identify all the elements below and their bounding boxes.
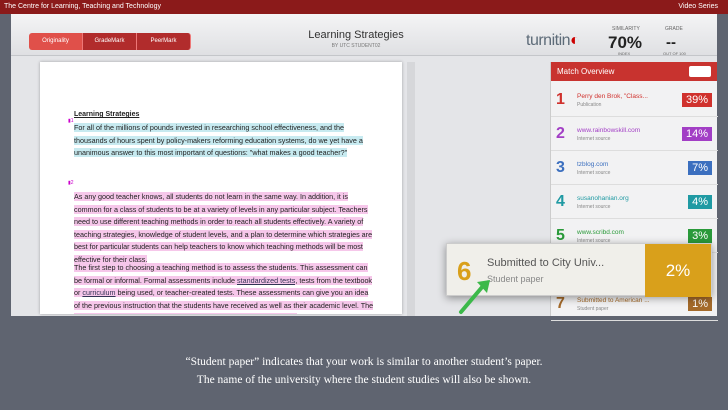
highlight-match-3[interactable]: The first step to choosing a teaching me… [74,263,374,314]
match-number: 7 [556,295,565,312]
match-percent: 1% [688,297,712,311]
caption: “Student paper” indicates that your work… [0,353,728,389]
match-percent: 3% [688,229,712,243]
match-source: Internet source [577,170,611,176]
match-overview-header: Match Overview [551,62,717,81]
match-marker-2: ▮2 [68,180,74,186]
match-title: tzblog.com [577,161,609,168]
tab-originality[interactable]: Originality [29,33,83,50]
match-percent: 7% [688,161,712,175]
popup-match-title: Submitted to City Univ... [487,257,605,269]
paper-document: Learning Strategies ▮1 For all of the mi… [40,62,402,314]
match-title: www.rainbowskill.com [577,127,641,134]
match-title: Perry den Brok, "Class... [577,93,648,100]
tab-grademark[interactable]: GradeMark [83,33,137,50]
match-number: 1 [556,91,565,108]
series-name: Video Series [678,3,718,10]
similarity-index: 70% [608,33,643,52]
grade-label: GRADE [665,26,683,32]
paper-paragraph-3[interactable]: The first step to choosing a teaching me… [74,262,374,314]
link-standardized-tests[interactable]: standardized tests [236,275,296,285]
match-title: Submitted to American ... [577,297,650,304]
view-toggle-icon[interactable] [689,66,711,77]
similarity-sub: INDEX [618,51,631,56]
grade-sub: OUT OF 100 [663,51,686,56]
match-marker-1: ▮1 [68,118,74,124]
match-number: 2 [556,125,565,142]
caption-line-1: “Student paper” indicates that your work… [185,356,543,368]
top-banner: The Centre for Learning, Teaching and Te… [0,0,728,14]
match-row[interactable]: 2 www.rainbowskill.com Internet source 14% [551,117,718,151]
match-percent: 39% [681,93,712,107]
match-percent: 14% [681,127,712,141]
match-title: susanohanian.org [577,195,629,202]
match-source: Publication [577,102,602,108]
match-row[interactable]: 3 tzblog.com Internet source 7% [551,151,718,185]
match-percent: 4% [688,195,712,209]
link-curriculum[interactable]: curriculum [82,288,116,297]
match-overview-title: Match Overview [557,67,615,76]
document-scrollbar[interactable] [407,62,415,316]
document-title: Learning Strategies [308,29,404,41]
document-author: BY UTC STUDENT02 [331,43,381,49]
match-row[interactable]: 1 Perry den Brok, "Class... Publication 39% [551,83,718,117]
brand-name: turnitin [526,32,571,49]
similarity-label: SIMILARITY [612,26,640,32]
match-number: 3 [556,159,565,176]
tab-peermark[interactable]: PeerMark [137,33,191,50]
paper-heading: Learning Strategies [74,111,140,118]
mode-tabs: Originality GradeMark PeerMark [29,33,191,50]
org-name: The Centre for Learning, Teaching and Te… [4,3,161,10]
viewer-header: Originality GradeMark PeerMark Learning … [11,14,717,56]
pointer-arrow-icon [459,280,490,314]
logo-mark-icon: ◐ [570,32,580,49]
p3-text-c: being used, or teacher-created tests. Th… [74,288,374,314]
highlight-match-2[interactable]: As any good teacher knows, all students … [74,192,373,264]
match-number: 4 [556,193,565,210]
paper-paragraph-1[interactable]: For all of the millions of pounds invest… [74,122,374,160]
match-title: www.scribd.com [577,229,624,236]
highlight-match-1[interactable]: For all of the millions of pounds invest… [74,123,363,157]
paper-paragraph-2[interactable]: As any good teacher knows, all students … [74,191,374,266]
grade-value[interactable]: -- [666,34,676,51]
match-source: Internet source [577,204,611,210]
match-source: Internet source [577,136,611,142]
match-source: Student paper [577,306,609,312]
turnitin-logo: turnitin◐ [526,32,580,50]
popup-match-percent: 2% [645,244,711,297]
match-row[interactable]: 4 susanohanian.org Internet source 4% [551,185,718,219]
caption-line-2: The name of the university where the stu… [196,374,532,386]
